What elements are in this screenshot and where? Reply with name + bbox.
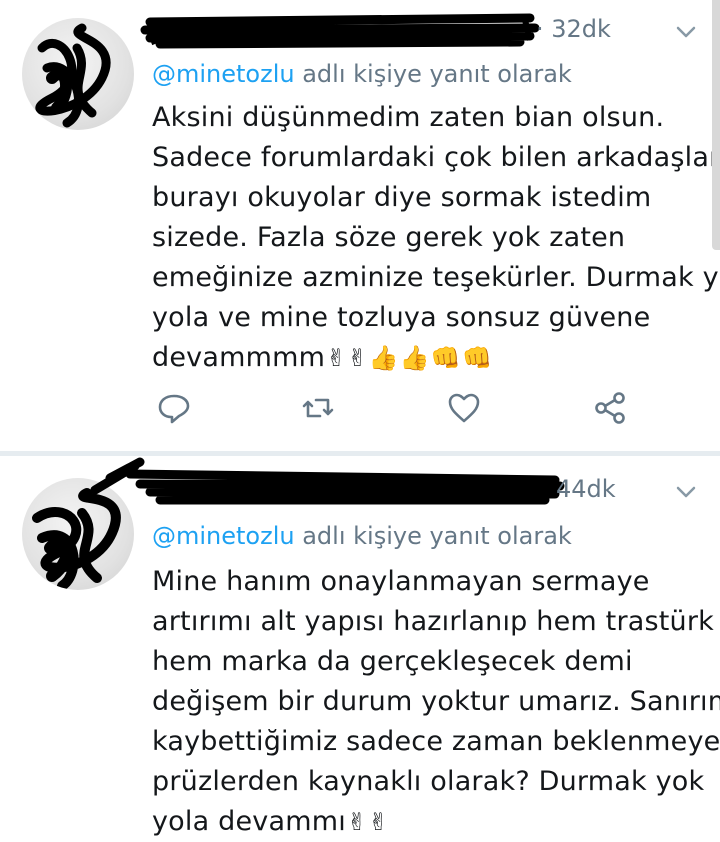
fist-emoji: 👊 xyxy=(462,344,493,372)
avatar-redaction-scribble xyxy=(32,488,121,590)
chevron-down-icon[interactable] xyxy=(672,478,700,506)
reply-context: @minetozlu adlı kişiye yanıt olarak xyxy=(152,520,572,552)
tweet-body-line-last: devammmm✌✌👍👍👊👊 xyxy=(152,338,712,378)
mention-link[interactable]: @minetozlu xyxy=(152,522,295,550)
tweet-body-line: hem marka da gerçekleşecek demi xyxy=(152,646,633,677)
victory-hand-emoji: ✌ xyxy=(326,344,347,372)
retweet-icon[interactable] xyxy=(300,390,336,426)
tweet-actions xyxy=(152,390,632,430)
tweet-body-line: Sadece forumlardaki çok bilen arkadaşlar xyxy=(152,142,720,173)
tweet-2[interactable]: 44dk @minetozlu adlı kişiye yanıt olarak… xyxy=(0,456,720,841)
timestamp-value: 44dk xyxy=(556,475,616,503)
tweet-timestamp[interactable]: · 32dk xyxy=(536,14,611,44)
heart-icon[interactable] xyxy=(446,390,482,426)
thumbs-up-emoji: 👍 xyxy=(399,344,430,372)
tweet-body-line: Aksini düşünmedim zaten bian olsun. xyxy=(152,102,665,133)
thumbs-up-emoji: 👍 xyxy=(368,344,399,372)
emoji-row: ✌✌👍👍👊👊 xyxy=(325,342,492,373)
tweet-body-line-text: devammmm xyxy=(152,342,326,373)
user-avatar[interactable] xyxy=(22,18,134,130)
victory-hand-emoji: ✌ xyxy=(347,344,368,372)
tweet-body-line: Mine hanım onaylanmayan sermaye xyxy=(152,566,650,597)
tweet-1[interactable]: · 32dk @minetozlu adlı kişiye yanıt olar… xyxy=(0,0,720,452)
avatar-redaction-scribble xyxy=(35,23,111,128)
tweet-body: Mine hanım onaylanmayan sermaye artırımı… xyxy=(152,562,720,842)
reply-context: @minetozlu adlı kişiye yanıt olarak xyxy=(152,58,572,90)
tweet-body-line: burayı okuyolar diye sormak istedim xyxy=(152,182,652,213)
tweet-body-line: kaybettiğimiz sadece zaman beklenmeyen xyxy=(152,726,720,757)
timestamp-value: 32dk xyxy=(551,15,611,43)
chevron-down-icon[interactable] xyxy=(672,18,700,46)
share-icon[interactable] xyxy=(592,390,628,426)
mention-link[interactable]: @minetozlu xyxy=(152,60,295,88)
victory-hand-emoji: ✌ xyxy=(368,808,389,836)
tweet-body-line: prüzlerden kaynaklı olarak? Durmak yok xyxy=(152,766,705,797)
tweet-body-line: yola ve mine tozluya sonsuz güvene xyxy=(152,302,651,333)
tweet-body-line: sizede. Fazla söze gerek yok zaten xyxy=(152,222,626,253)
user-avatar[interactable] xyxy=(22,478,134,590)
tweet-body-line-text: yola devammı xyxy=(152,806,346,837)
victory-hand-emoji: ✌ xyxy=(346,808,368,836)
tweet-timestamp[interactable]: 44dk xyxy=(556,474,616,504)
reply-context-label: adlı kişiye yanıt olarak xyxy=(294,522,572,550)
tweet-body-line-last: yola devammı✌✌ xyxy=(152,802,712,842)
fist-emoji: 👊 xyxy=(430,344,461,372)
emoji-row: ✌✌ xyxy=(346,806,389,837)
tweet-body-line: değişem bir durum yoktur umarız. Sanırım xyxy=(152,686,720,717)
reply-context-label: adlı kişiye yanıt olarak xyxy=(294,60,572,88)
reply-icon[interactable] xyxy=(156,390,192,426)
tweet-body: Aksini düşünmedim zaten bian olsun. Sade… xyxy=(152,98,720,378)
tweet-body-line: emeğinize azminize teşekürler. Durmak yo… xyxy=(152,262,720,293)
tweet-body-line: artırımı alt yapısı hazırlanıp hem trast… xyxy=(152,606,715,637)
scrollbar[interactable] xyxy=(712,0,720,250)
